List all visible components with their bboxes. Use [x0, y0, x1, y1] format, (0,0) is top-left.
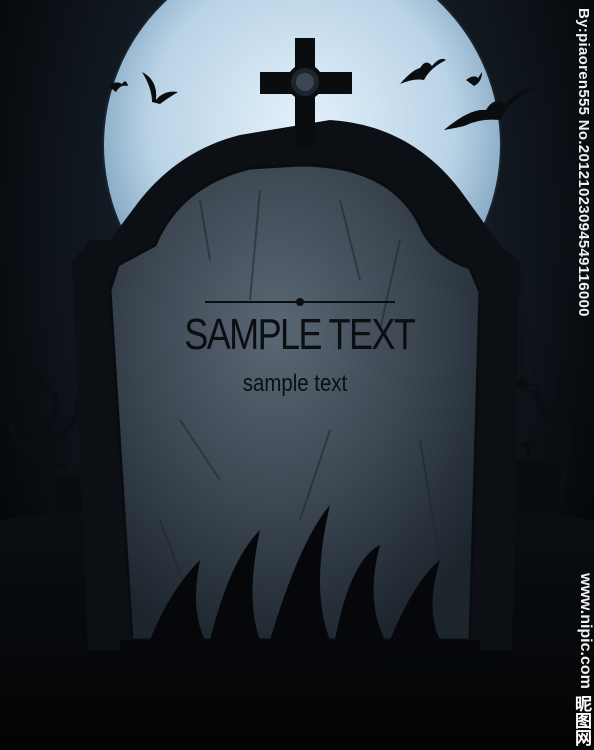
tombstone-title: SAMPLE TEXT: [184, 310, 416, 359]
watermark-strip: By:piaoren555 No.20121023094549116000 ww…: [570, 0, 594, 750]
watermark-credit: By:piaoren555 No.20121023094549116000: [575, 8, 592, 317]
cross-icon: [520, 438, 536, 456]
halloween-tombstone-poster: SAMPLE TEXT sample text By:piaoren555 No…: [0, 0, 594, 750]
divider-ornament: [296, 298, 304, 306]
tombstone-subtitle: sample text: [242, 370, 348, 397]
cross-icon: [57, 462, 67, 470]
watermark-site: www.nipic.com: [577, 573, 594, 689]
watermark-stack: www.nipic.com 昵图网: [569, 573, 594, 746]
watermark-brand: 昵图网: [571, 695, 591, 746]
